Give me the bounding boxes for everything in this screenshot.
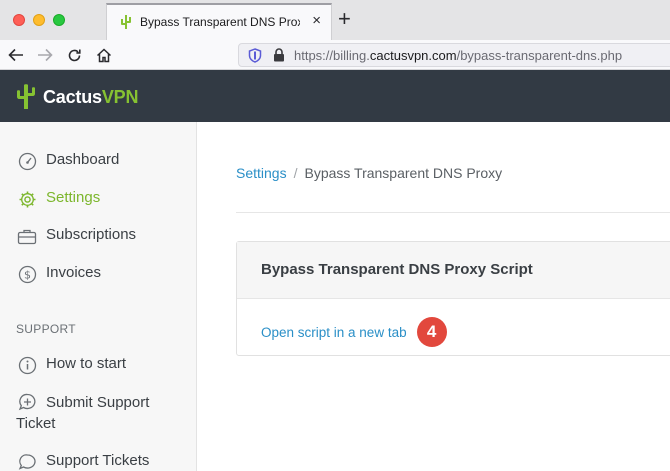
sidebar-section-support: SUPPORT xyxy=(16,322,76,336)
sidebar-item-label-line2: Ticket xyxy=(16,415,56,432)
home-icon[interactable] xyxy=(93,42,115,68)
sidebar-item-settings[interactable]: Settings xyxy=(16,189,100,209)
plus-bubble-icon xyxy=(16,393,38,413)
logo-text: CactusVPN xyxy=(43,86,139,107)
zoom-window-button[interactable] xyxy=(53,14,65,26)
breadcrumb: Settings / Bypass Transparent DNS Proxy xyxy=(236,165,502,181)
cactus-favicon-icon xyxy=(121,15,131,29)
sidebar-item-label: Support Tickets xyxy=(46,452,150,469)
close-window-button[interactable] xyxy=(13,14,25,26)
sidebar-item-label: How to start xyxy=(46,355,127,372)
breadcrumb-settings-link[interactable]: Settings xyxy=(236,165,287,181)
card-title: Bypass Transparent DNS Proxy Script xyxy=(237,242,670,299)
browser-tab-bar: Bypass Transparent DNS Proxy × + xyxy=(0,0,670,40)
step-badge: 4 xyxy=(416,317,447,347)
dashboard-icon xyxy=(16,151,38,171)
briefcase-icon xyxy=(16,226,38,246)
sidebar: Dashboard Settings Subscriptions $ Invoi… xyxy=(0,122,197,471)
sidebar-item-support-tickets[interactable]: Support Tickets xyxy=(16,452,149,471)
sidebar-item-label: Invoices xyxy=(46,264,102,281)
chat-bubble-icon xyxy=(16,452,38,471)
svg-text:$: $ xyxy=(24,268,31,281)
reload-icon[interactable] xyxy=(63,42,85,68)
info-circle-icon xyxy=(16,355,38,375)
sidebar-item-invoices[interactable]: $ Invoices xyxy=(16,264,101,284)
sidebar-item-label: Submit Support xyxy=(46,394,150,411)
dollar-circle-icon: $ xyxy=(16,264,38,284)
url-text: https://billing.cactusvpn.com/bypass-tra… xyxy=(294,48,623,63)
sidebar-item-how-to-start[interactable]: How to start xyxy=(16,355,126,375)
open-script-link[interactable]: Open script in a new tab xyxy=(261,325,407,340)
sidebar-item-label: Dashboard xyxy=(46,151,120,168)
breadcrumb-separator: / xyxy=(293,165,298,181)
script-card: Bypass Transparent DNS Proxy Script Open… xyxy=(236,241,670,356)
sidebar-item-label: Subscriptions xyxy=(46,226,137,243)
tab-title: Bypass Transparent DNS Proxy xyxy=(140,15,300,29)
content-divider xyxy=(236,212,670,213)
site-header: CactusVPN xyxy=(0,70,670,122)
address-bar[interactable]: https://billing.cactusvpn.com/bypass-tra… xyxy=(238,43,670,67)
lock-icon[interactable] xyxy=(273,48,285,62)
sidebar-item-subscriptions[interactable]: Subscriptions xyxy=(16,226,136,246)
tab-close-icon[interactable]: × xyxy=(312,13,321,29)
browser-nav-bar: https://billing.cactusvpn.com/bypass-tra… xyxy=(0,40,670,70)
cactusvpn-logo[interactable]: CactusVPN xyxy=(15,82,138,112)
sidebar-item-dashboard[interactable]: Dashboard xyxy=(16,151,119,171)
forward-arrow-icon[interactable] xyxy=(34,42,56,68)
browser-tab-active[interactable]: Bypass Transparent DNS Proxy × xyxy=(106,3,332,40)
card-body: Open script in a new tab 4 xyxy=(237,299,670,347)
cactus-logo-icon xyxy=(17,84,35,109)
shield-icon[interactable] xyxy=(248,48,262,63)
new-tab-button[interactable]: + xyxy=(338,8,351,30)
sidebar-item-label: Settings xyxy=(46,189,101,206)
back-arrow-icon[interactable] xyxy=(5,42,27,68)
minimize-window-button[interactable] xyxy=(33,14,45,26)
gear-icon xyxy=(16,189,38,209)
sidebar-item-submit-ticket[interactable]: Submit Support Ticket xyxy=(16,392,149,434)
breadcrumb-current: Bypass Transparent DNS Proxy xyxy=(304,165,503,181)
